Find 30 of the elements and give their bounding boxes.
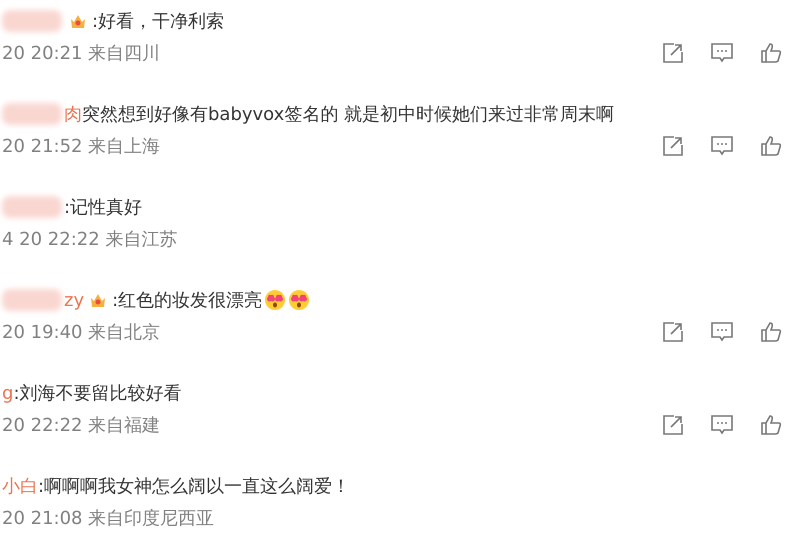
share-icon[interactable] [662, 42, 684, 64]
thumbs-up-icon[interactable] [760, 42, 782, 64]
heart-eyes-emoji-icon [288, 289, 310, 311]
comment-meta: 20 22:22 来自福建 [2, 414, 160, 437]
comment-meta: 4 20 22:22 来自江苏 [2, 228, 178, 251]
comment-text: :红色的妆发很漂亮 [112, 289, 262, 312]
heart-eyes-emoji-icon [264, 289, 286, 311]
comment-text: :好看，干净利索 [92, 10, 224, 33]
comment-icon[interactable] [710, 135, 734, 157]
user-name[interactable]: g [2, 382, 14, 404]
thumbs-up-icon[interactable] [760, 321, 782, 343]
thumbs-up-icon[interactable] [760, 135, 782, 157]
thumbs-up-icon[interactable] [760, 414, 782, 436]
comment-icon[interactable] [710, 42, 734, 64]
user-name[interactable]: 小白 [2, 474, 38, 498]
comment-meta: 20 21:08 来自印度尼西亚 [2, 507, 214, 530]
comment-text: :记性真好 [64, 196, 142, 219]
comment-text: :刘海不要留比较好看 [13, 382, 182, 405]
comment-icon[interactable] [710, 414, 734, 436]
share-icon[interactable] [662, 321, 684, 343]
comment-meta: 20 21:52 来自上海 [2, 135, 160, 158]
comment-meta: 20 19:40 来自北京 [2, 321, 160, 344]
comment-meta: 20 20:21 来自四川 [2, 42, 160, 65]
comment-icon[interactable] [710, 321, 734, 343]
share-icon[interactable] [662, 414, 684, 436]
user-name[interactable]: 肉 [64, 102, 82, 126]
comment-text: :啊啊啊我女神怎么阔以一直这么阔爱！ [38, 475, 350, 498]
share-icon[interactable] [662, 135, 684, 157]
user-name[interactable]: zy [64, 290, 84, 310]
comment-text: 突然想到好像有babyvox签名的 就是初中时候她们来过非常周末啊 [82, 103, 614, 126]
